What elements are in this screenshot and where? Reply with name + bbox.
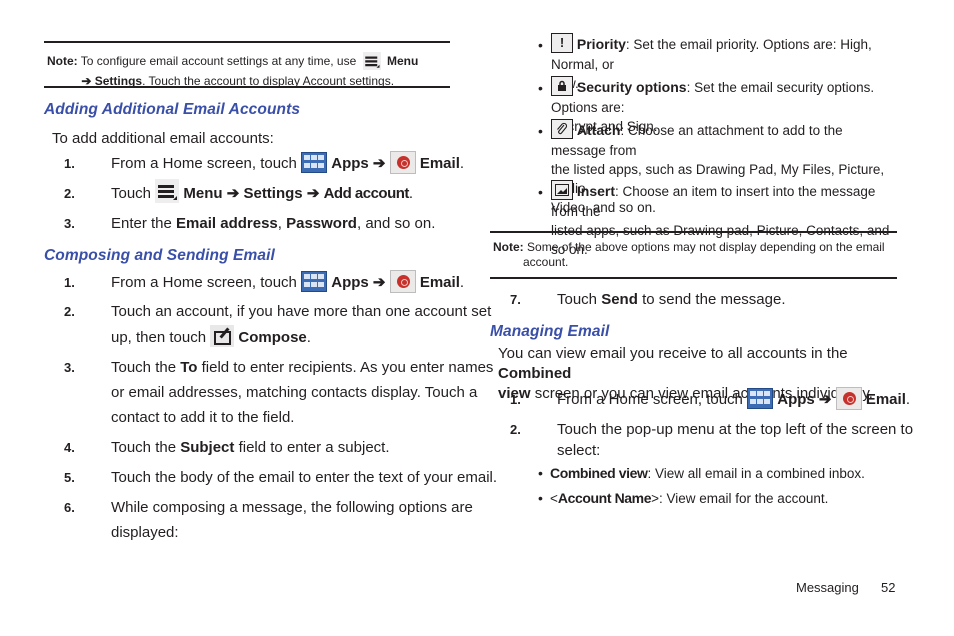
- step-number: 2.: [64, 186, 75, 201]
- combined-view-label: Combined view: [550, 465, 648, 481]
- settings-label: Settings: [243, 185, 303, 202]
- menu-icon: [362, 52, 381, 70]
- arrow-icon: ➔: [372, 274, 386, 291]
- option-label: Security options: [576, 79, 687, 95]
- note-top-rule: [490, 231, 897, 233]
- step-number: 1.: [64, 275, 75, 290]
- arrow-icon: ➔: [818, 391, 832, 408]
- email-label: Email: [865, 391, 906, 408]
- email-label: Email: [419, 155, 460, 172]
- step-number: 1.: [64, 156, 75, 171]
- email-icon: [835, 386, 862, 410]
- paperclip-icon: [551, 119, 573, 140]
- step-number: 7.: [510, 292, 521, 307]
- note-settings: Note: To configure email account setting…: [47, 50, 447, 89]
- subject-label: Subject: [180, 439, 235, 456]
- step-text: Touch: [111, 185, 152, 202]
- compose-icon: [210, 325, 235, 348]
- note-menu-label: Menu: [386, 54, 419, 69]
- list-item: 6. While composing a message, the follow…: [64, 495, 473, 547]
- note-options: Note: Some of the above options may not …: [493, 240, 885, 269]
- step-number: 3.: [64, 360, 75, 375]
- section-heading-managing: Managing Email: [490, 323, 610, 340]
- page-number: 52: [881, 580, 896, 595]
- list-item: 2. Touch the pop-up menu at the top left…: [510, 417, 913, 463]
- compose-label: Compose: [238, 329, 307, 346]
- step-number: 2.: [64, 304, 75, 319]
- send-label: Send: [601, 291, 638, 308]
- account-name-label: Account Name: [557, 490, 652, 506]
- note-top-rule: [44, 41, 450, 43]
- list-item: 3. Touch the To field to enter recipient…: [64, 355, 493, 431]
- arrow-icon: ➔: [306, 185, 320, 202]
- sub-bullet-combined-view: • Combined view: View all email in a com…: [538, 465, 865, 481]
- footer-section: Messaging: [796, 580, 859, 595]
- option-label: Priority: [576, 36, 626, 52]
- add-account-label: Add account: [323, 185, 410, 202]
- menu-icon: [155, 179, 180, 204]
- sub-bullet-account-name: • <Account Name>: View email for the acc…: [538, 490, 829, 506]
- option-label: Attach: [576, 122, 621, 138]
- password-label: Password: [286, 215, 357, 232]
- image-icon: [551, 180, 573, 201]
- apps-label: Apps: [777, 391, 815, 408]
- arrow-icon: ➔: [226, 185, 240, 202]
- note-bottom-rule: [490, 277, 897, 279]
- step-number: 6.: [64, 500, 75, 515]
- email-icon: [389, 150, 416, 174]
- step-number: 1.: [510, 392, 521, 407]
- apps-label: Apps: [331, 155, 369, 172]
- priority-icon: !: [551, 33, 573, 54]
- apps-label: Apps: [331, 274, 369, 291]
- note-text: To configure email account settings at a…: [80, 54, 357, 69]
- step-number: 5.: [64, 470, 75, 485]
- email-address-label: Email address: [176, 215, 278, 232]
- section-heading-composing: Composing and Sending Email: [44, 247, 275, 264]
- option-label: Insert: [576, 183, 616, 199]
- to-field-label: To: [180, 359, 198, 376]
- apps-icon: [301, 270, 328, 292]
- menu-label: Menu: [183, 185, 223, 202]
- email-icon: [389, 269, 416, 293]
- apps-icon: [747, 387, 774, 409]
- note-bottom-rule: [44, 86, 450, 88]
- intro-text: To add additional email accounts:: [52, 130, 274, 147]
- lock-icon: [551, 76, 573, 97]
- list-item: 2. Touch an account, if you have more th…: [64, 299, 491, 351]
- step-number: 4.: [64, 440, 75, 455]
- arrow-icon: ➔: [372, 155, 386, 172]
- step-text: From a Home screen, touch: [111, 155, 297, 172]
- section-heading-adding-accounts: Adding Additional Email Accounts: [44, 101, 301, 118]
- note-label: Note:: [493, 240, 524, 254]
- apps-icon: [301, 151, 328, 173]
- step-number: 2.: [510, 422, 521, 437]
- email-label: Email: [419, 274, 460, 291]
- step-number: 3.: [64, 216, 75, 231]
- note-label: Note:: [47, 54, 78, 69]
